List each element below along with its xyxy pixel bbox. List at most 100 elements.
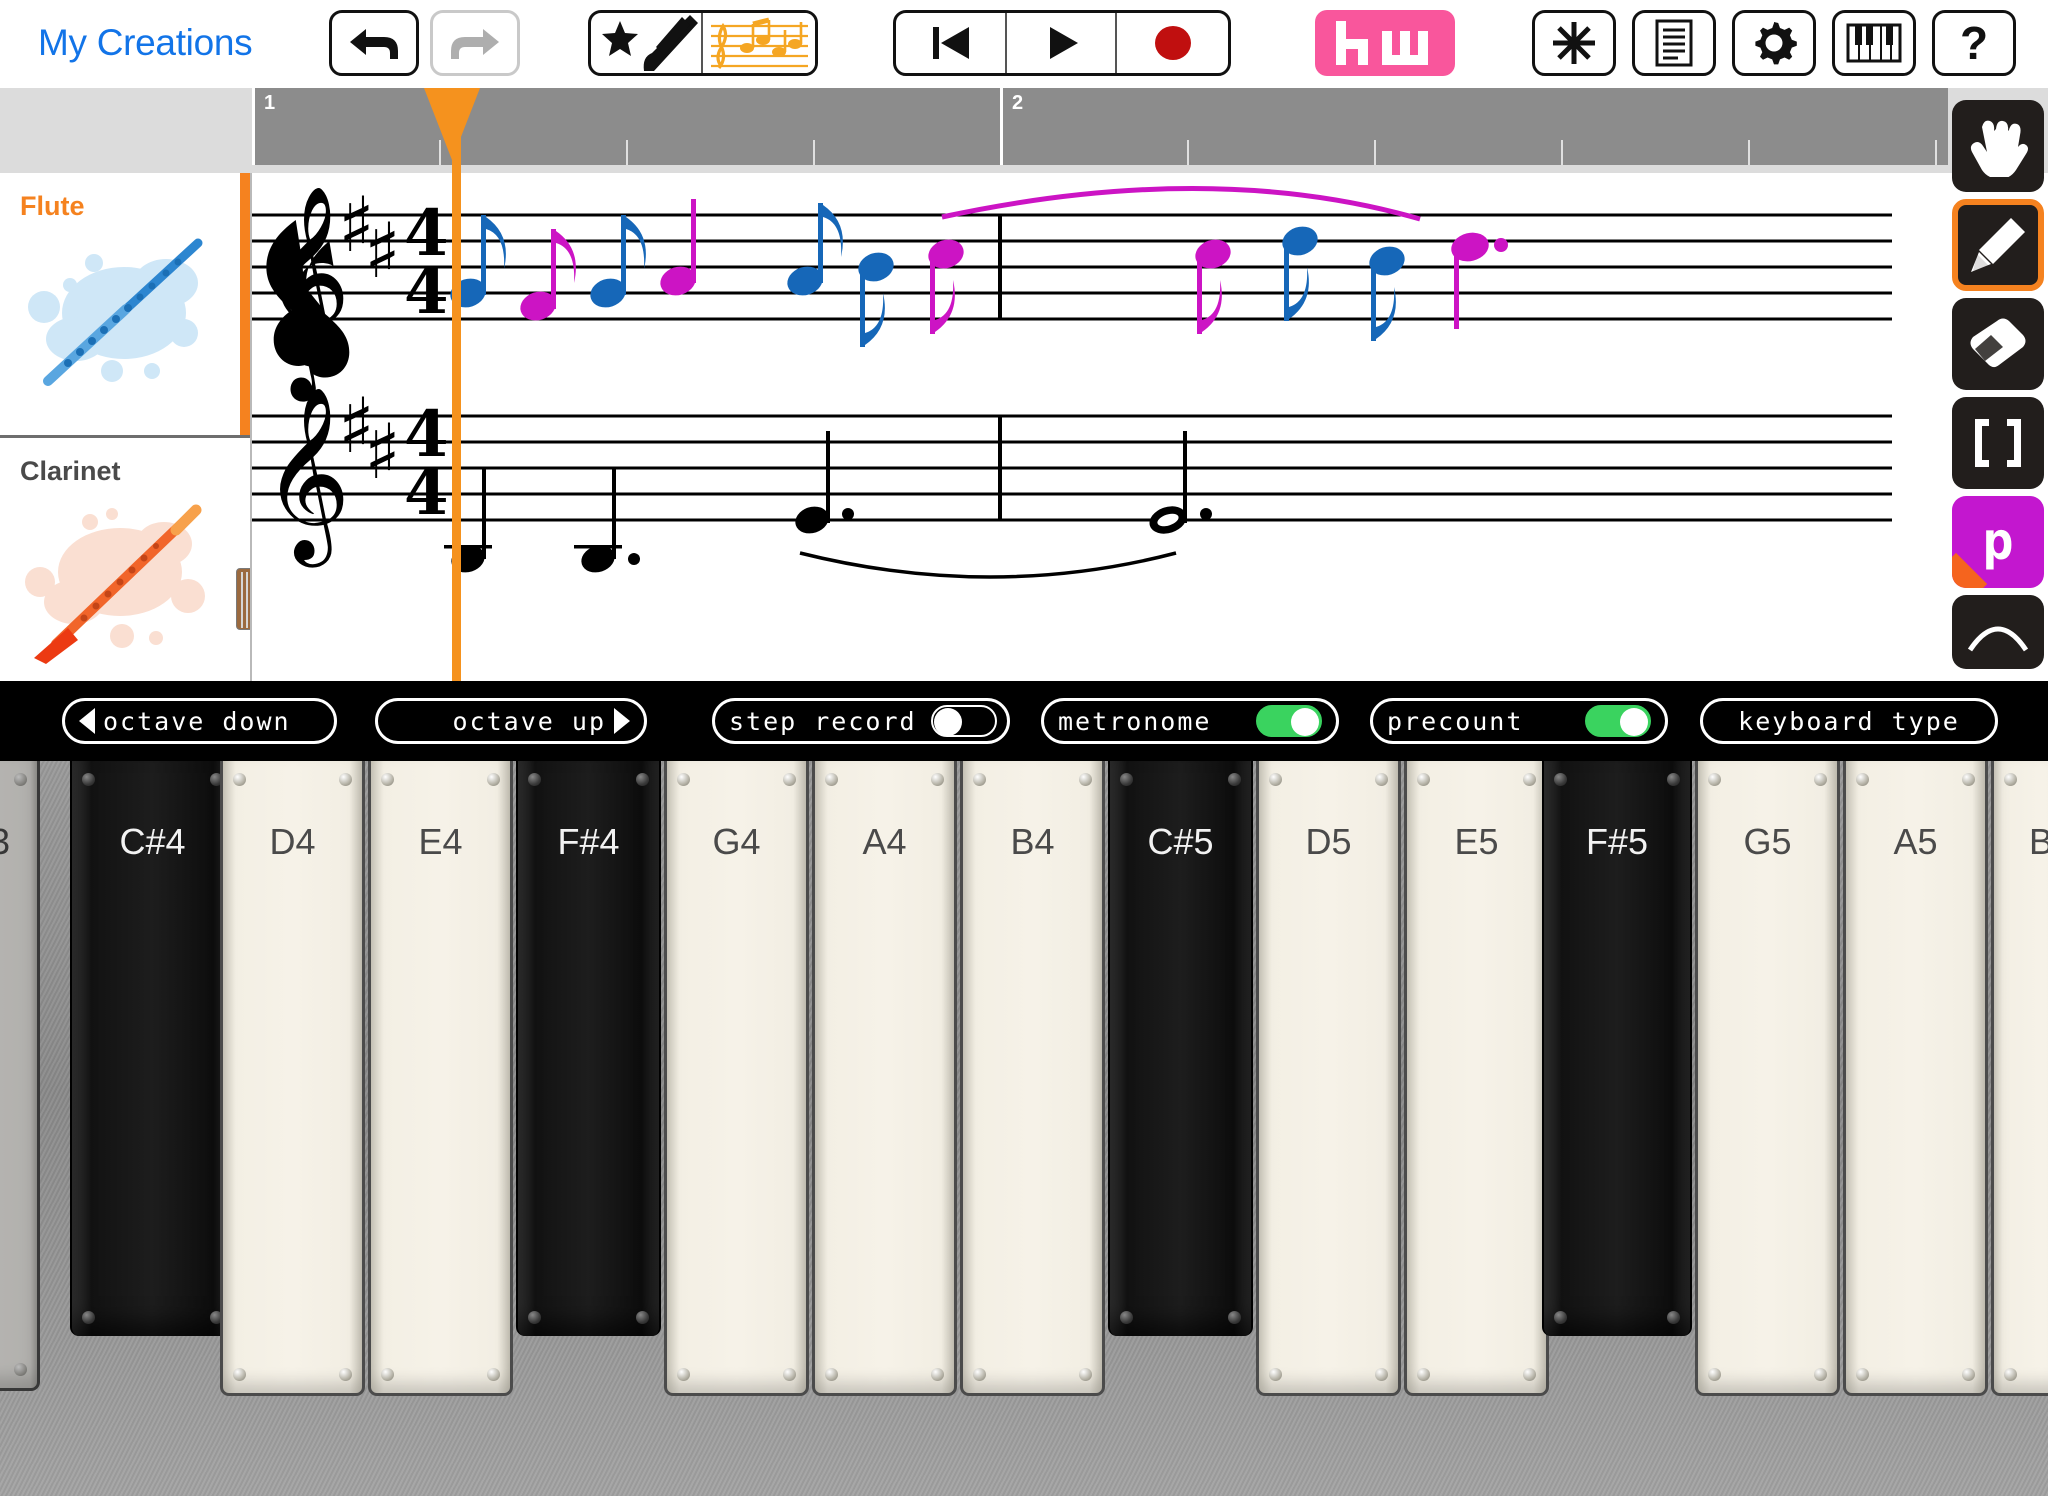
piano-key-Fsharp4[interactable]: F#4: [516, 761, 661, 1336]
keys-container[interactable]: 3 C#4 D4 E4 F#4 G4 A4 B4 C#5 D5 E5 F#5 G5 A5 B: [0, 761, 2048, 1496]
help-button[interactable]: ?: [1932, 10, 2016, 76]
key-label: C#4: [119, 821, 186, 862]
note-flute-6[interactable]: [855, 248, 898, 347]
transport-segment[interactable]: [893, 10, 1231, 76]
instrument-item-flute[interactable]: Flute: [0, 173, 250, 438]
tool-palette[interactable]: p: [1948, 100, 2048, 676]
ruler-track[interactable]: 1 2: [252, 88, 1948, 165]
notation-svg[interactable]: 𝄞 ♯ ♯ 4 4 𝄞 ♯ ♯ 4 4: [252, 173, 1948, 681]
piano-key-A5[interactable]: A5: [1843, 761, 1988, 1396]
key-label: A5: [1893, 821, 1938, 862]
rewind-button[interactable]: [896, 13, 1007, 73]
piano-keyboard[interactable]: 3 C#4 D4 E4 F#4 G4 A4 B4 C#5 D5 E5 F#5 G5 A5 B: [0, 761, 2048, 1496]
metronome-toggle[interactable]: [1256, 705, 1322, 737]
slur-clarinet[interactable]: [799, 551, 1177, 579]
piano-key-Csharp5[interactable]: C#5: [1108, 761, 1253, 1336]
key-screw: [1523, 773, 1536, 786]
key-label: 3: [0, 821, 37, 863]
note-clarinet-2[interactable]: [574, 469, 640, 577]
orange-score-icon: [710, 17, 808, 69]
playhead-line-full[interactable]: [452, 88, 461, 681]
note-flute-2[interactable]: [517, 229, 576, 325]
record-dot-icon: [1154, 26, 1191, 60]
my-creations-link[interactable]: My Creations: [38, 22, 253, 64]
key-screw: [528, 1311, 541, 1324]
key-screw: [1856, 773, 1869, 786]
undo-arrow-icon: [350, 29, 398, 59]
key-screw: [14, 773, 27, 786]
score-canvas[interactable]: 𝄞 ♯ ♯ 4 4 𝄞 ♯ ♯ 4 4: [252, 173, 1948, 681]
keyboard-type-button[interactable]: keyboard type: [1700, 698, 1998, 744]
key-label: G4: [712, 821, 761, 862]
settings-button[interactable]: [1732, 10, 1816, 76]
key-screw: [14, 1363, 27, 1376]
piano-key-D5[interactable]: D5: [1256, 761, 1401, 1396]
precount-control[interactable]: precount: [1370, 698, 1668, 744]
style-button[interactable]: [591, 13, 704, 73]
ruler-gutter: [0, 88, 252, 173]
slur-arc-icon: [1967, 626, 2029, 652]
redo-button[interactable]: [430, 10, 520, 76]
keyboard-control-bar: octave down octave up step record metron…: [0, 681, 2048, 761]
key-screw: [1962, 773, 1975, 786]
piano-key-A4[interactable]: A4: [812, 761, 957, 1396]
octave-down-button[interactable]: octave down: [62, 698, 337, 744]
precount-toggle[interactable]: [1585, 705, 1651, 737]
note-flute-3[interactable]: [587, 215, 646, 312]
note-clarinet-3[interactable]: [792, 431, 854, 538]
piano-key-D4[interactable]: D4: [220, 761, 365, 1396]
instrument-list[interactable]: Flute Clarinet: [0, 173, 252, 681]
piano-key-B4[interactable]: B4: [960, 761, 1105, 1396]
ruler-tick: [1000, 88, 1003, 165]
staff-clarinet[interactable]: 𝄞 ♯ ♯ 4 4: [252, 381, 1892, 579]
undo-button[interactable]: [329, 10, 419, 76]
time-signature: 4 4: [404, 196, 449, 329]
piano-key-Csharp4[interactable]: C#4: [70, 761, 235, 1336]
key-screw: [677, 1368, 690, 1381]
hw-logo-button[interactable]: [1315, 10, 1455, 76]
piano-key-E5[interactable]: E5: [1404, 761, 1549, 1396]
eraser-tool[interactable]: [1952, 298, 2044, 390]
toggle-knob: [1291, 708, 1319, 736]
keyboard-button[interactable]: [1832, 10, 1916, 76]
gear-icon: [1755, 22, 1797, 65]
piano-keys-icon: [1846, 23, 1902, 63]
hw-logo-icon: [1336, 21, 1428, 65]
octave-up-button[interactable]: octave up: [375, 698, 647, 744]
piano-key-G5[interactable]: G5: [1695, 761, 1840, 1396]
right-triangle-icon: [614, 708, 630, 734]
instrument-scroll-thumb[interactable]: [236, 568, 250, 630]
pen-tool[interactable]: [1952, 199, 2044, 291]
list-button[interactable]: [1632, 10, 1716, 76]
slur-tool[interactable]: [1952, 595, 2044, 669]
key-label: B4: [1010, 821, 1055, 862]
note-flute-5[interactable]: [784, 203, 843, 300]
flute-artwork: [28, 238, 203, 386]
piano-key-3[interactable]: 3: [0, 761, 40, 1391]
note-flute-11[interactable]: [1448, 229, 1508, 329]
piano-key-E4[interactable]: E4: [368, 761, 513, 1396]
note-flute-9[interactable]: [1279, 222, 1322, 321]
record-button[interactable]: [1117, 13, 1228, 73]
piano-key-B[interactable]: B: [1991, 761, 2048, 1396]
note-group-clarinet[interactable]: [444, 431, 1212, 579]
metronome-control[interactable]: metronome: [1041, 698, 1339, 744]
step-record-control[interactable]: step record: [712, 698, 1010, 744]
play-button[interactable]: [1007, 13, 1118, 73]
effects-button[interactable]: [1532, 10, 1616, 76]
toggle-knob: [933, 708, 962, 736]
instrument-item-clarinet[interactable]: Clarinet: [0, 438, 250, 681]
key-screw: [1962, 1368, 1975, 1381]
p-dynamic-tool[interactable]: p: [1952, 496, 2044, 588]
timeline-ruler[interactable]: 1 2: [0, 88, 2048, 173]
hand-tool[interactable]: [1952, 100, 2044, 192]
staff-flute[interactable]: 𝄞 ♯ ♯ 4 4: [252, 180, 1892, 402]
score-style-button[interactable]: [703, 13, 815, 73]
note-clarinet-4[interactable]: [1146, 431, 1212, 538]
style-segment[interactable]: [588, 10, 818, 76]
piano-key-G4[interactable]: G4: [664, 761, 809, 1396]
bracket-tool[interactable]: [1952, 397, 2044, 489]
step-record-toggle[interactable]: [930, 705, 997, 737]
key-screw: [528, 773, 541, 786]
piano-key-Fsharp5[interactable]: F#5: [1542, 761, 1692, 1336]
